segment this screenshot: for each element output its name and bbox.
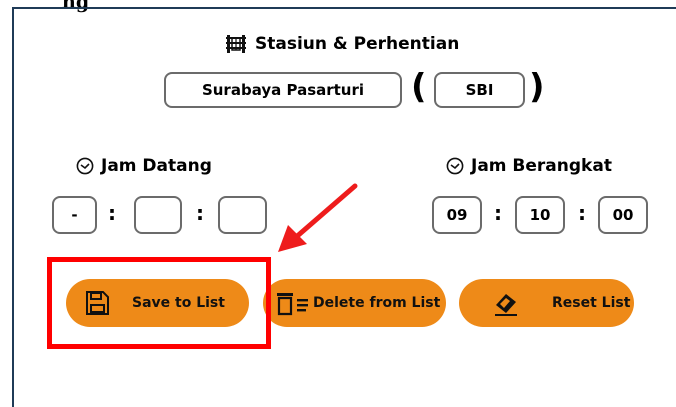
arrival-label: Jam Datang xyxy=(101,156,212,176)
departure-heading: Jam Berangkat xyxy=(446,155,612,177)
departure-colon-2: : xyxy=(578,201,586,225)
departure-hour-input[interactable]: 09 xyxy=(432,196,482,234)
delete-from-list-button[interactable]: Delete from List xyxy=(263,279,446,327)
eraser-icon xyxy=(493,290,519,316)
station-code-field[interactable]: SBI xyxy=(434,72,525,108)
arrival-colon-1: : xyxy=(108,201,116,225)
departure-colon-1: : xyxy=(494,201,502,225)
station-section-title: Stasiun & Perhentian xyxy=(225,33,459,55)
arrival-heading: Jam Datang xyxy=(76,155,212,177)
clock-icon xyxy=(446,157,464,175)
arrival-hour-input[interactable]: - xyxy=(52,196,97,234)
departure-second-input[interactable]: 00 xyxy=(598,196,648,234)
station-name-field[interactable]: Surabaya Pasarturi xyxy=(164,72,402,108)
delete-from-list-label: Delete from List xyxy=(313,295,441,311)
trash-list-icon xyxy=(275,290,311,316)
reset-list-button[interactable]: Reset List xyxy=(459,279,634,327)
station-section-label: Stasiun & Perhentian xyxy=(255,34,460,54)
clock-icon xyxy=(76,157,94,175)
open-paren: ( xyxy=(411,67,427,107)
close-paren: ) xyxy=(529,67,545,107)
reset-list-label: Reset List xyxy=(552,295,631,311)
arrival-minute-input[interactable] xyxy=(134,196,182,234)
arrival-second-input[interactable] xyxy=(218,196,267,234)
departure-minute-input[interactable]: 10 xyxy=(515,196,565,234)
red-arrow-annotation xyxy=(278,183,358,252)
departure-label: Jam Berangkat xyxy=(471,156,612,176)
station-icon xyxy=(226,35,246,53)
arrival-colon-2: : xyxy=(196,201,204,225)
save-button-highlight-box xyxy=(47,257,271,349)
